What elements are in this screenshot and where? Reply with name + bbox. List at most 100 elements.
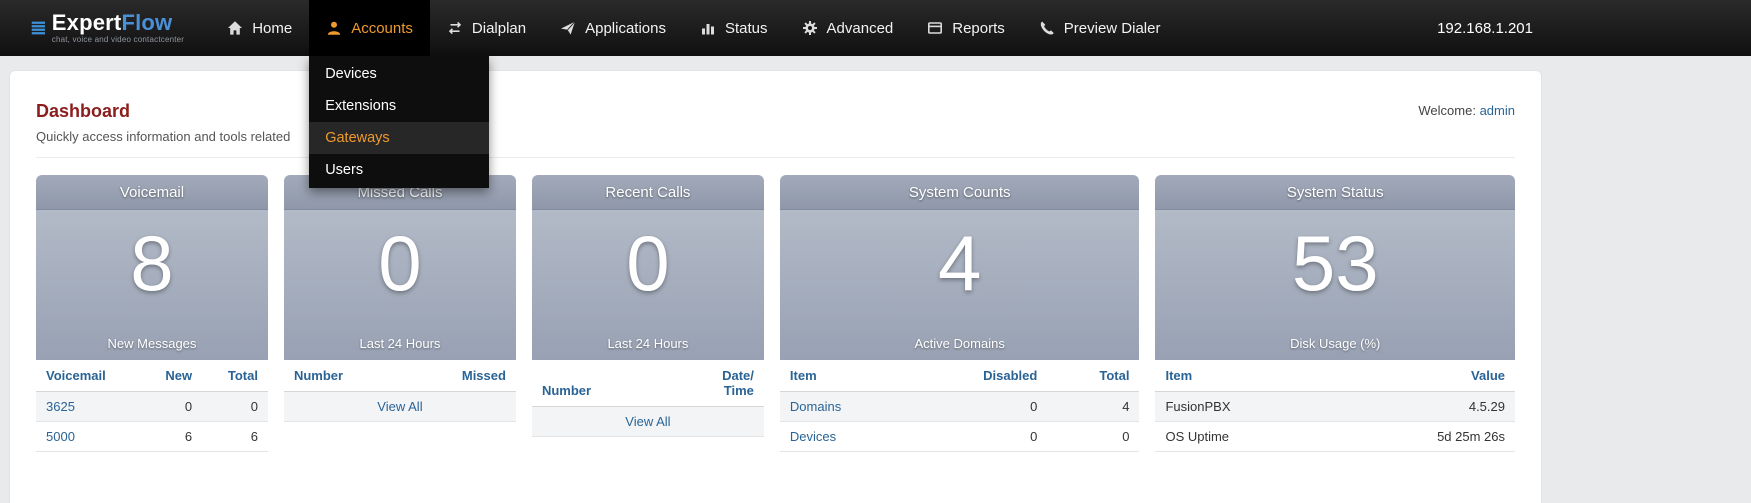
welcome-user-link[interactable]: admin — [1480, 103, 1515, 118]
card-summary: 8 New Messages — [36, 210, 268, 360]
table-cell: OS Uptime — [1155, 422, 1332, 452]
nav-item-label: Advanced — [827, 20, 894, 37]
nav-item-label: Home — [252, 20, 292, 37]
table-cell: 3625 — [36, 392, 141, 422]
server-ip-address: 192.168.1.201 — [1437, 0, 1533, 56]
card-caption: Active Domains — [780, 336, 1140, 351]
column-header-new: New — [141, 360, 202, 392]
dropdown-item-devices[interactable]: Devices — [309, 58, 489, 90]
nav-item-reports[interactable]: Reports — [910, 0, 1022, 56]
table-cell: 0 — [911, 422, 1047, 452]
view-all-cell: View All — [532, 407, 764, 437]
brand-logo[interactable]: ≣ ExpertFlow chat, voice and video conta… — [0, 0, 210, 56]
bar-chart-icon — [700, 20, 716, 36]
table-cell: Domains — [780, 392, 911, 422]
card-value: 8 — [36, 210, 268, 302]
table-header-row: VoicemailNewTotal — [36, 360, 268, 392]
table-header-row: NumberDate/​Time — [532, 360, 764, 407]
table-cell-link[interactable]: 3625 — [46, 399, 75, 414]
card-title: Recent Calls — [532, 175, 764, 210]
table-cell: 4 — [1047, 392, 1139, 422]
nav-item-dialplan[interactable]: Dialplan — [430, 0, 543, 56]
card-value: 0 — [284, 210, 516, 302]
page-subtitle: Quickly access information and tools rel… — [36, 129, 1515, 144]
dashboard-cards: Voicemail8New MessagesVoicemailNewTotal3… — [36, 175, 1515, 452]
column-header-item: Item — [1155, 360, 1332, 392]
table-cell-link[interactable]: 5000 — [46, 429, 75, 444]
card-title: Voicemail — [36, 175, 268, 210]
report-box-icon — [927, 20, 943, 36]
column-header-date-time: Date/​Time — [712, 360, 764, 407]
table-header-row: ItemValue — [1155, 360, 1515, 392]
card-title: System Status — [1155, 175, 1515, 210]
home-icon — [227, 20, 243, 36]
table-cell-link[interactable]: Domains — [790, 399, 841, 414]
card-missed-calls: Missed Calls0Last 24 HoursNumberMissedVi… — [284, 175, 516, 452]
card-summary: 53Disk Usage (%) — [1155, 210, 1515, 360]
table-row: 500066 — [36, 422, 268, 452]
gear-icon — [802, 20, 818, 36]
view-all-cell: View All — [284, 392, 516, 422]
column-header-number: Number — [284, 360, 404, 392]
dropdown-item-extensions[interactable]: Extensions — [309, 90, 489, 122]
column-header-disabled: Disabled — [911, 360, 1047, 392]
brand-name: ExpertFlow — [52, 12, 184, 34]
nav-item-advanced[interactable]: Advanced — [785, 0, 911, 56]
welcome-text: Welcome: admin — [1418, 103, 1515, 118]
column-header-item: Item — [780, 360, 911, 392]
table-header-row: ItemDisabledTotal — [780, 360, 1140, 392]
nav-item-preview-dialer[interactable]: Preview Dialer — [1022, 0, 1178, 56]
card-value: 53 — [1155, 210, 1515, 302]
card-system-counts: System Counts4Active DomainsItemDisabled… — [780, 175, 1140, 452]
accounts-dropdown-menu: DevicesExtensionsGatewaysUsers — [309, 56, 489, 188]
user-icon — [326, 20, 342, 36]
table-header-row: NumberMissed — [284, 360, 516, 392]
card-voicemail: Voicemail8New MessagesVoicemailNewTotal3… — [36, 175, 268, 452]
nav-item-status[interactable]: Status — [683, 0, 785, 56]
card-table: VoicemailNewTotal362500500066 — [36, 360, 268, 452]
table-cell: 0 — [911, 392, 1047, 422]
nav-item-label: Status — [725, 20, 768, 37]
card-summary: 0Last 24 Hours — [532, 210, 764, 360]
table-cell-link[interactable]: Devices — [790, 429, 836, 444]
card-title: System Counts — [780, 175, 1140, 210]
card-recent-calls: Recent Calls0Last 24 HoursNumberDate/​Ti… — [532, 175, 764, 452]
card-system-status: System Status53Disk Usage (%)ItemValueFu… — [1155, 175, 1515, 452]
table-cell: 4.5.29 — [1332, 392, 1515, 422]
page: { "navbar": { "logo": { "brand_bold": "E… — [0, 0, 1751, 503]
dropdown-item-users[interactable]: Users — [309, 154, 489, 186]
view-all-link[interactable]: View All — [377, 399, 422, 414]
nav-item-label: Applications — [585, 20, 666, 37]
nav-item-home[interactable]: Home — [210, 0, 309, 56]
nav-item-applications[interactable]: Applications — [543, 0, 683, 56]
dropdown-item-gateways[interactable]: Gateways — [309, 122, 489, 154]
transfer-arrows-icon — [447, 20, 463, 36]
table-row: Domains 04 — [780, 392, 1140, 422]
card-caption: New Messages — [36, 336, 268, 351]
page-header: Dashboard Quickly access information and… — [36, 71, 1515, 144]
brand-name-bold: Expert — [52, 10, 122, 35]
top-navbar: ≣ ExpertFlow chat, voice and video conta… — [0, 0, 1751, 56]
table-row: 362500 — [36, 392, 268, 422]
column-header-voicemail: Voicemail — [36, 360, 141, 392]
table-cell: 0 — [1047, 422, 1139, 452]
card-value: 4 — [780, 210, 1140, 302]
table-cell: FusionPBX — [1155, 392, 1332, 422]
column-header-value: Value — [1332, 360, 1515, 392]
card-summary: 4 Active Domains — [780, 210, 1140, 360]
phone-icon — [1039, 20, 1055, 36]
table-row: FusionPBX4.5.29 — [1155, 392, 1515, 422]
nav-item-accounts[interactable]: AccountsDevicesExtensionsGatewaysUsers — [309, 0, 430, 56]
view-all-link[interactable]: View All — [625, 414, 670, 429]
header-divider — [36, 157, 1515, 158]
card-table: NumberMissed View All — [284, 360, 516, 422]
nav-item-label: Accounts — [351, 20, 413, 37]
nav-item-label: Reports — [952, 20, 1005, 37]
send-icon — [560, 20, 576, 36]
card-caption: Last 24 Hours — [532, 336, 764, 351]
column-header-number: Number — [532, 360, 712, 407]
table-cell: 0 — [141, 392, 202, 422]
table-cell: 6 — [141, 422, 202, 452]
table-cell: 5000 — [36, 422, 141, 452]
table-cell: 5d 25m 26s — [1332, 422, 1515, 452]
